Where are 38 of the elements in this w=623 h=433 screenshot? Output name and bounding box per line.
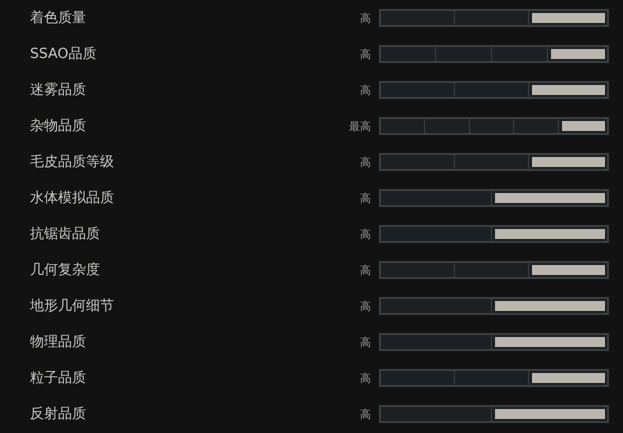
quality-segment[interactable]	[532, 13, 606, 23]
setting-label: SSAO品质	[30, 45, 98, 63]
setting-label: 迷雾品质	[30, 81, 87, 99]
quality-segment[interactable]	[532, 85, 606, 95]
setting-value: 高	[360, 298, 371, 314]
quality-segment[interactable]	[562, 121, 605, 131]
setting-value: 高	[360, 406, 371, 422]
quality-segment[interactable]	[532, 373, 606, 383]
setting-value: 高	[360, 10, 371, 26]
setting-label: 地形几何细节	[30, 297, 115, 315]
quality-selector[interactable]	[379, 369, 609, 387]
setting-label: 水体模拟品质	[30, 189, 115, 207]
setting-value: 高	[360, 46, 371, 62]
setting-value: 高	[360, 334, 371, 350]
setting-value: 高	[360, 370, 371, 386]
setting-label: 物理品质	[30, 333, 87, 351]
setting-label: 抗锯齿品质	[30, 225, 101, 243]
setting-label: 反射品质	[30, 405, 87, 423]
setting-label: 几何复杂度	[30, 261, 101, 279]
quality-selector[interactable]	[379, 9, 609, 27]
quality-segment[interactable]	[532, 157, 606, 167]
quality-segment[interactable]	[532, 265, 606, 275]
quality-segment[interactable]	[551, 49, 605, 59]
setting-label: 毛皮品质等级	[30, 153, 115, 171]
quality-selector[interactable]	[379, 261, 609, 279]
setting-label: 粒子品质	[30, 369, 87, 387]
setting-value: 高	[360, 262, 371, 278]
quality-selector[interactable]	[379, 117, 609, 135]
setting-label: 杂物品质	[30, 117, 87, 135]
setting-label: 着色质量	[30, 9, 87, 27]
setting-value: 高	[360, 190, 371, 206]
quality-selector[interactable]	[379, 153, 609, 171]
setting-value: 最高	[349, 118, 371, 134]
quality-selector[interactable]	[379, 81, 609, 99]
setting-value: 高	[360, 154, 371, 170]
setting-value: 高	[360, 226, 371, 242]
setting-value: 高	[360, 82, 371, 98]
quality-selector[interactable]	[379, 45, 609, 63]
